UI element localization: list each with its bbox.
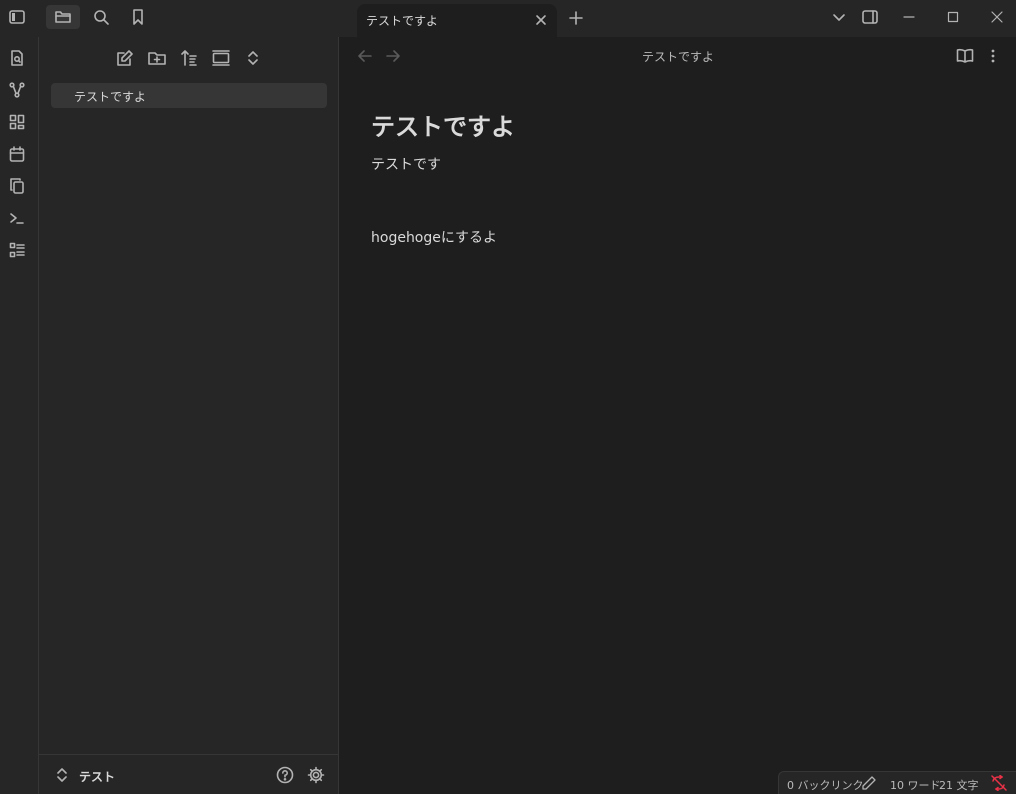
expand-icon[interactable] [243,48,263,68]
title-bar: テストですよ [0,0,1016,37]
switcher-icon[interactable] [7,48,27,68]
copy-icon[interactable] [7,176,27,196]
close-icon[interactable] [982,6,1012,28]
terminal-icon[interactable] [7,208,27,228]
note-line[interactable]: テストです [371,154,441,174]
sync-error-icon[interactable] [991,775,1007,791]
sidebar-toggle-icon[interactable] [0,5,34,29]
reading-view-icon[interactable] [955,47,975,65]
outline-icon[interactable] [7,240,27,260]
view-header-title[interactable]: テストですよ [340,48,1016,65]
sort-icon[interactable] [179,48,199,68]
file-item[interactable]: テストですよ [51,83,327,108]
word-count: 10 ワード [890,779,941,792]
new-tab-icon[interactable] [565,8,587,28]
editor-pane: テストですよ テストですよ テストです hogehogeにするよ [340,37,1016,794]
ribbon [0,37,39,794]
backlinks-count[interactable]: 0 バックリンク [787,777,864,793]
edit-pencil-icon[interactable] [861,775,877,791]
note-title[interactable]: テストですよ [371,107,515,142]
vault-name[interactable]: テスト [79,768,115,785]
bookmark-icon[interactable] [121,5,155,29]
tab-active[interactable]: テストですよ [357,4,557,37]
search-icon[interactable] [84,5,118,29]
chevron-down-icon[interactable] [824,6,854,28]
minimize-icon[interactable] [894,6,924,28]
tab-close-icon[interactable] [533,12,549,28]
new-folder-icon[interactable] [147,48,167,68]
tab-label: テストですよ [366,14,439,28]
more-options-icon[interactable] [983,47,1003,65]
vault-switcher: テスト [39,754,339,794]
settings-gear-icon[interactable] [307,766,325,784]
folder-icon[interactable] [46,5,80,29]
maximize-icon[interactable] [938,6,968,28]
right-sidebar-icon[interactable] [855,6,885,28]
collapse-icon[interactable] [211,48,231,68]
canvas-icon[interactable] [7,112,27,132]
char-count: 21 文字 [939,779,979,792]
file-explorer: テストですよ テスト [39,37,339,794]
file-item-label: テストですよ [74,90,147,104]
new-note-icon[interactable] [115,48,135,68]
graph-icon[interactable] [7,80,27,100]
help-icon[interactable] [276,766,294,784]
vault-chevron-icon[interactable] [53,766,71,784]
status-bar: 0 バックリンク 10 ワード 21 文字 [778,771,1016,794]
note-line[interactable]: hogehogeにするよ [371,227,497,247]
calendar-icon[interactable] [7,144,27,164]
